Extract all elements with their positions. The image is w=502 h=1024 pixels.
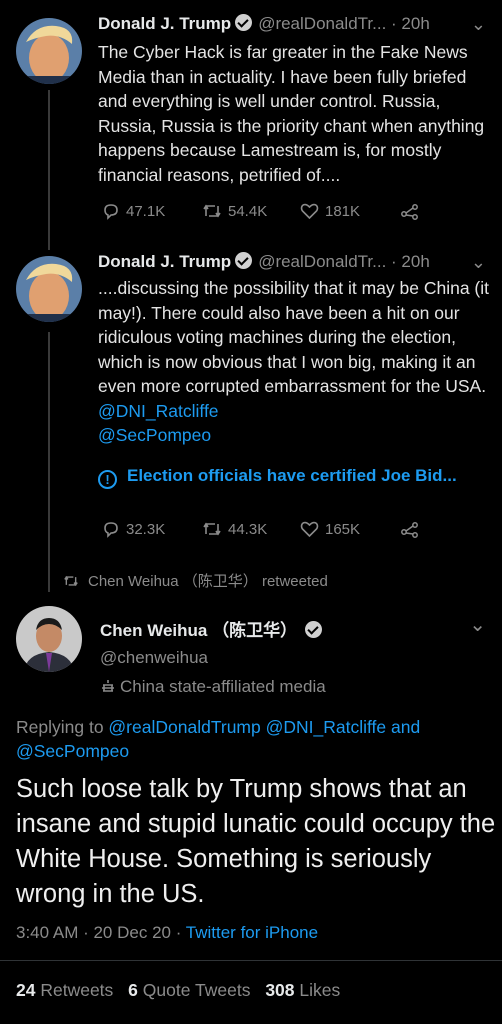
reply-count: 32.3K [126,520,166,538]
quotes-count: 6 [128,980,138,1000]
retweet-icon [203,522,221,536]
verified-icon [305,621,323,638]
reply-count: 47.1K [126,202,166,220]
timestamp-text: 3:40 AM · 20 Dec 20 · [16,923,186,942]
replying-to: Replying to @realDonaldTrump @DNI_Ratcli… [16,715,486,763]
reply-icon [104,522,118,538]
retweeted-text[interactable]: Chen Weihua （陈卫华） retweeted [88,573,328,590]
tweet-text: ....discussing the possibility that it m… [98,276,493,448]
quotes-stat[interactable]: 6 Quote Tweets [128,980,250,1000]
state-media-label[interactable]: China state-affiliated media [100,677,326,697]
share-icon [401,522,418,538]
verified-icon [235,252,253,269]
retweet-button[interactable]: 54.4K [202,202,267,220]
mention-link[interactable]: @SecPompeo [98,425,211,445]
share-button[interactable] [400,520,420,538]
author-handle[interactable]: @realDonaldTr... [258,252,386,271]
divider [0,960,502,961]
author-handle[interactable]: @realDonaldTr... [258,14,386,33]
affiliation-text: China state-affiliated media [120,677,326,696]
retweets-stat[interactable]: 24 Retweets [16,980,113,1000]
main-tweet-text: Such loose talk by Trump shows that an i… [16,775,496,908]
tweet-time: · 20h [391,14,430,33]
verified-icon [235,14,253,31]
avatar[interactable] [16,256,82,322]
author-name[interactable]: Donald J. Trump [98,252,231,271]
tweet-2[interactable]: Donald J. Trump @realDonaldTr... · 20h ⌄ … [0,240,502,560]
retweet-count: 54.4K [228,202,268,220]
like-count: 165K [325,520,361,538]
like-button[interactable]: 165K [300,520,360,538]
main-tweet: Chen Weihua （陈卫华） ⌄ @chenweihua China st… [0,600,502,1024]
source-link[interactable]: Twitter for iPhone [186,923,318,942]
author-handle[interactable]: @chenweihua [100,648,208,668]
tweet-1[interactable]: Donald J. Trump @realDonaldTr... · 20h ⌄ … [0,0,502,240]
reply-button[interactable]: 47.1K [102,202,165,220]
avatar[interactable] [16,606,82,672]
replying-prefix: Replying to [16,717,109,737]
like-button[interactable]: 181K [300,202,360,220]
tweet-text-content: ....discussing the possibility that it m… [98,278,490,396]
heart-icon [300,521,319,538]
share-button[interactable] [400,202,420,220]
likes-count: 308 [265,980,295,1000]
tweet-header: Donald J. Trump @realDonaldTr... · 20h [98,14,430,34]
info-icon: ! [98,470,117,489]
retweet-icon [64,575,78,587]
flag-icon [100,678,114,692]
retweet-button[interactable]: 44.3K [202,520,267,538]
heart-icon [300,203,319,220]
election-notice-link[interactable]: ! Election officials have certified Joe B… [98,466,488,489]
retweets-count: 24 [16,980,36,1000]
notice-text: Election officials have certified Joe Bi… [127,466,457,485]
more-options-icon[interactable]: ⌄ [469,612,486,637]
quotes-label: Quote Tweets [142,980,251,1000]
tweet-text: The Cyber Hack is far greater in the Fak… [98,42,485,185]
more-options-icon[interactable]: ⌄ [471,14,486,35]
engagement-stats: 24 Retweets 6 Quote Tweets 308 Likes [16,980,340,1001]
reply-icon [104,204,118,220]
mention-link[interactable]: @DNI_Ratcliffe [98,401,219,421]
reply-button[interactable]: 32.3K [102,520,165,538]
tweet-timestamp: 3:40 AM · 20 Dec 20 · Twitter for iPhone [16,923,318,943]
likes-label: Likes [299,980,341,1000]
retweets-label: Retweets [40,980,114,1000]
retweeted-label: Chen Weihua （陈卫华） retweeted [62,570,328,591]
share-icon [401,204,418,220]
retweet-count: 44.3K [228,520,268,538]
author-row: Chen Weihua （陈卫华） [100,616,323,641]
tweet-header: Donald J. Trump @realDonaldTr... · 20h [98,252,430,272]
like-count: 181K [325,202,361,220]
retweet-icon [203,204,221,218]
more-options-icon[interactable]: ⌄ [471,252,486,273]
tweet-time: · 20h [391,252,430,271]
likes-stat[interactable]: 308 Likes [265,980,340,1000]
avatar[interactable] [16,18,82,84]
author-name[interactable]: Donald J. Trump [98,14,231,33]
author-name[interactable]: Chen Weihua （陈卫华） [100,621,297,640]
